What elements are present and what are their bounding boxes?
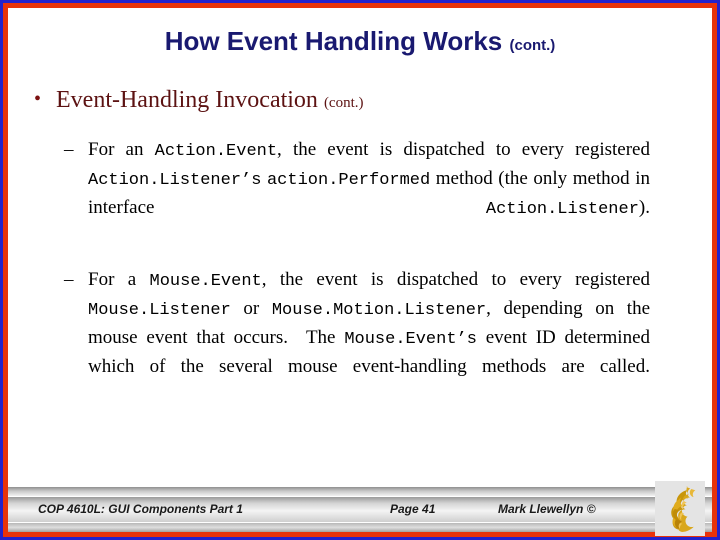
footer-bar-bottom xyxy=(8,523,712,532)
footer-page-number: Page 41 xyxy=(390,502,436,516)
page-title-continuation: (cont.) xyxy=(509,37,556,54)
bullet-level2-text: For a Mouse.Event, the event is dispatch… xyxy=(88,269,651,377)
code-identifier: action.Performed xyxy=(266,171,431,190)
code-identifier: Action.Event xyxy=(154,142,278,161)
code-identifier: Mouse.Event’s xyxy=(344,330,477,349)
bullet-level2-text: For an Action.Event, the event is dispat… xyxy=(88,139,651,219)
bullet-level1-continuation: (cont.) xyxy=(323,95,364,111)
ucf-pegasus-logo-icon xyxy=(655,481,705,536)
dash-marker-icon: – xyxy=(64,139,74,160)
code-identifier: Action.Listener xyxy=(485,200,639,219)
footer-author-label: Mark Llewellyn © xyxy=(498,502,596,516)
bullet-level2-item: – For an Action.Event, the event is disp… xyxy=(64,136,651,250)
footer: COP 4610L: GUI Components Part 1 Page 41… xyxy=(8,487,712,532)
bullet-level2-item: – For a Mouse.Event, the event is dispat… xyxy=(64,266,651,407)
bullet-marker-icon: • xyxy=(34,88,42,110)
page-title-main: How Event Handling Works xyxy=(164,26,503,56)
bullet-level1: • Event-Handling Invocation (cont.) xyxy=(34,84,694,118)
page-title: How Event Handling Works (cont.) xyxy=(20,26,700,57)
footer-bar-top xyxy=(8,487,712,496)
footer-course-label: COP 4610L: GUI Components Part 1 xyxy=(38,502,243,516)
bullet-level1-label: Event-Handling Invocation xyxy=(56,87,318,113)
dash-marker-icon: – xyxy=(64,269,74,290)
code-identifier: Mouse.Event xyxy=(149,272,262,291)
code-identifier: Mouse.Motion.Listener xyxy=(271,301,487,320)
slide-canvas: How Event Handling Works (cont.) • Event-… xyxy=(0,0,720,540)
code-identifier: Action.Listener’s xyxy=(88,171,262,190)
code-identifier: Mouse.Listener xyxy=(88,301,231,320)
